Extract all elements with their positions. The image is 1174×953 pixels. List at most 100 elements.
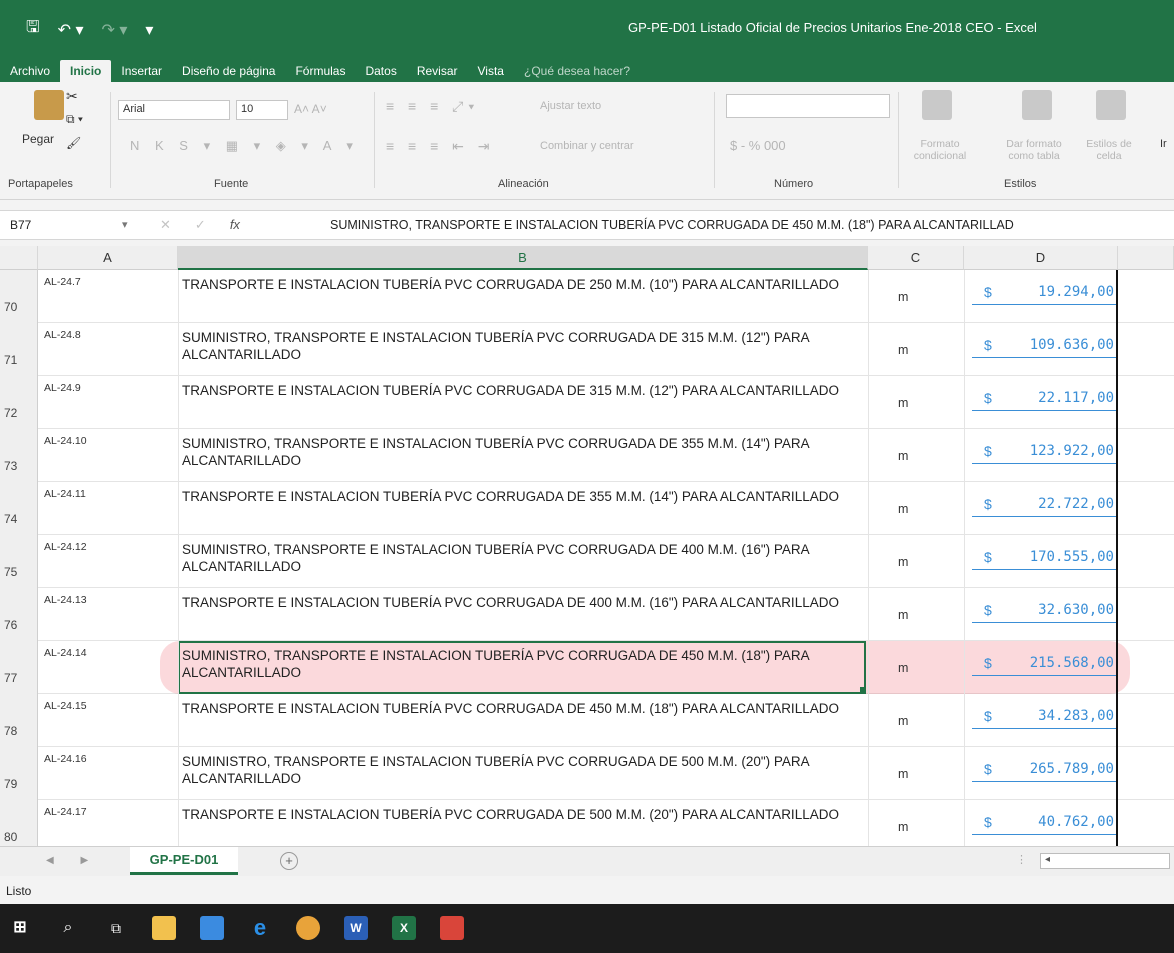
number-format-combo[interactable] xyxy=(726,94,890,118)
item-description[interactable]: SUMINISTRO, TRANSPORTE E INSTALACION TUB… xyxy=(182,753,862,787)
insert-function-icon[interactable]: fx xyxy=(230,217,240,233)
tab-formulas[interactable]: Fórmulas xyxy=(285,60,355,82)
row-header[interactable]: 77 xyxy=(0,641,38,694)
tab-insertar[interactable]: Insertar xyxy=(111,60,172,82)
cell-styles-icon[interactable] xyxy=(1096,90,1126,120)
row-header[interactable]: 79 xyxy=(0,747,38,800)
item-description[interactable]: TRANSPORTE E INSTALACION TUBERÍA PVC COR… xyxy=(182,594,862,611)
table-row[interactable]: 77 AL-24.14 SUMINISTRO, TRANSPORTE E INS… xyxy=(0,641,1174,694)
tell-me-search[interactable]: ¿Qué desea hacer? xyxy=(514,60,640,82)
font-name-combo[interactable]: Arial xyxy=(118,100,230,120)
table-row[interactable]: 79 AL-24.16 SUMINISTRO, TRANSPORTE E INS… xyxy=(0,747,1174,800)
column-header-a[interactable]: A xyxy=(38,246,178,270)
table-row[interactable]: 76 AL-24.13 TRANSPORTE E INSTALACION TUB… xyxy=(0,588,1174,641)
tab-revisar[interactable]: Revisar xyxy=(407,60,468,82)
cancel-icon[interactable]: ✕ xyxy=(160,217,171,233)
item-description[interactable]: TRANSPORTE E INSTALACION TUBERÍA PVC COR… xyxy=(182,382,862,399)
item-unit[interactable]: m xyxy=(898,343,908,357)
enter-icon[interactable]: ✓ xyxy=(195,217,206,233)
item-code[interactable]: AL-24.7 xyxy=(44,276,81,288)
item-code[interactable]: AL-24.17 xyxy=(44,806,87,818)
row-header[interactable]: 71 xyxy=(0,323,38,376)
font-size-combo[interactable]: 10 xyxy=(236,100,288,120)
undo-icon[interactable]: ↶ ▾ xyxy=(58,20,84,40)
item-description[interactable]: TRANSPORTE E INSTALACION TUBERÍA PVC COR… xyxy=(182,276,862,293)
item-code[interactable]: AL-24.13 xyxy=(44,594,87,606)
item-unit[interactable]: m xyxy=(898,661,908,675)
file-explorer-icon[interactable] xyxy=(152,916,176,940)
format-painter-icon[interactable]: 🖌 xyxy=(66,136,81,150)
insert-button-partial[interactable]: Ir xyxy=(1160,138,1167,150)
item-code[interactable]: AL-24.11 xyxy=(44,488,86,500)
edge-icon[interactable]: e xyxy=(248,916,272,940)
row-header[interactable]: 72 xyxy=(0,376,38,429)
table-row[interactable]: 73 AL-24.10 SUMINISTRO, TRANSPORTE E INS… xyxy=(0,429,1174,482)
item-unit[interactable]: m xyxy=(898,449,908,463)
item-unit[interactable]: m xyxy=(898,555,908,569)
tab-vista[interactable]: Vista xyxy=(468,60,514,82)
item-unit[interactable]: m xyxy=(898,502,908,516)
align-top-buttons[interactable]: ≡ ≡ ≡ ⤢▾ xyxy=(386,98,479,115)
wrap-text-button[interactable]: Ajustar texto xyxy=(540,100,601,112)
item-unit[interactable]: m xyxy=(898,608,908,622)
item-code[interactable]: AL-24.15 xyxy=(44,700,87,712)
scroll-divider-icon[interactable]: ⋮ xyxy=(1016,853,1027,866)
tab-datos[interactable]: Datos xyxy=(355,60,406,82)
table-row[interactable]: 71 AL-24.8 SUMINISTRO, TRANSPORTE E INST… xyxy=(0,323,1174,376)
item-price[interactable]: 32.630,00 xyxy=(1000,602,1114,618)
item-description[interactable]: TRANSPORTE E INSTALACION TUBERÍA PVC COR… xyxy=(182,806,862,823)
item-price[interactable]: 34.283,00 xyxy=(1000,708,1114,724)
column-header-c[interactable]: C xyxy=(868,246,964,270)
customize-qat-icon[interactable]: ▾ xyxy=(145,20,153,40)
excel-icon[interactable]: X xyxy=(392,916,416,940)
row-header[interactable]: 70 xyxy=(0,270,38,323)
column-header-b[interactable]: B xyxy=(178,246,868,270)
item-price[interactable]: 265.789,00 xyxy=(1000,761,1114,777)
store-icon[interactable] xyxy=(200,916,224,940)
table-row[interactable]: 72 AL-24.9 TRANSPORTE E INSTALACION TUBE… xyxy=(0,376,1174,429)
item-description[interactable]: TRANSPORTE E INSTALACION TUBERÍA PVC COR… xyxy=(182,488,862,505)
formula-input[interactable]: SUMINISTRO, TRANSPORTE E INSTALACION TUB… xyxy=(330,218,1014,232)
word-icon[interactable]: W xyxy=(344,916,368,940)
horizontal-scrollbar[interactable]: ◂ xyxy=(1040,853,1170,869)
item-unit[interactable]: m xyxy=(898,714,908,728)
item-code[interactable]: AL-24.10 xyxy=(44,435,87,447)
table-row[interactable]: 70 AL-24.7 TRANSPORTE E INSTALACION TUBE… xyxy=(0,270,1174,323)
table-row[interactable]: 74 AL-24.11 TRANSPORTE E INSTALACION TUB… xyxy=(0,482,1174,535)
align-horizontal-buttons[interactable]: ≡ ≡ ≡ ⇤ ⇥ xyxy=(386,138,495,155)
sheet-nav-arrows[interactable]: ◀ ▶ xyxy=(46,855,100,866)
tab-inicio[interactable]: Inicio xyxy=(60,60,112,82)
row-header[interactable]: 78 xyxy=(0,694,38,747)
fill-handle[interactable] xyxy=(860,687,866,693)
item-description[interactable]: SUMINISTRO, TRANSPORTE E INSTALACION TUB… xyxy=(182,329,862,363)
acrobat-icon[interactable] xyxy=(440,916,464,940)
tab-diseno-pagina[interactable]: Diseño de página xyxy=(172,60,285,82)
format-as-table-icon[interactable] xyxy=(1022,90,1052,120)
item-code[interactable]: AL-24.14 xyxy=(44,647,87,659)
font-grow-shrink-icon[interactable]: A˄ A˅ xyxy=(294,102,327,116)
item-unit[interactable]: m xyxy=(898,396,908,410)
conditional-format-icon[interactable] xyxy=(922,90,952,120)
name-box[interactable]: B77 xyxy=(6,215,138,237)
sheet-tab-gp-pe-d01[interactable]: GP-PE-D01 xyxy=(130,847,238,875)
item-price[interactable]: 215.568,00 xyxy=(1000,655,1114,671)
font-style-buttons[interactable]: N K S ▾ ▦ ▾ ◈ ▾ A ▾ xyxy=(130,138,359,154)
name-box-dropdown-icon[interactable]: ▾ xyxy=(122,218,128,231)
item-code[interactable]: AL-24.8 xyxy=(44,329,81,341)
worksheet-grid[interactable]: A B C D 70 AL-24.7 TRANSPORTE E INSTALAC… xyxy=(0,246,1174,853)
item-price[interactable]: 123.922,00 xyxy=(1000,443,1114,459)
add-sheet-icon[interactable]: + xyxy=(280,852,298,870)
item-code[interactable]: AL-24.16 xyxy=(44,753,87,765)
copy-icon[interactable]: ⧉ ▾ xyxy=(66,112,83,127)
item-price[interactable]: 170.555,00 xyxy=(1000,549,1114,565)
format-as-table-button[interactable]: Dar formato como tabla xyxy=(996,138,1072,162)
select-all-corner[interactable] xyxy=(0,246,38,270)
item-unit[interactable]: m xyxy=(898,820,908,834)
row-header[interactable]: 75 xyxy=(0,535,38,588)
merge-center-button[interactable]: Combinar y centrar xyxy=(540,140,634,152)
row-header[interactable]: 74 xyxy=(0,482,38,535)
item-price[interactable]: 22.117,00 xyxy=(1000,390,1114,406)
table-row[interactable]: 78 AL-24.15 TRANSPORTE E INSTALACION TUB… xyxy=(0,694,1174,747)
item-code[interactable]: AL-24.12 xyxy=(44,541,87,553)
item-price[interactable]: 22.722,00 xyxy=(1000,496,1114,512)
